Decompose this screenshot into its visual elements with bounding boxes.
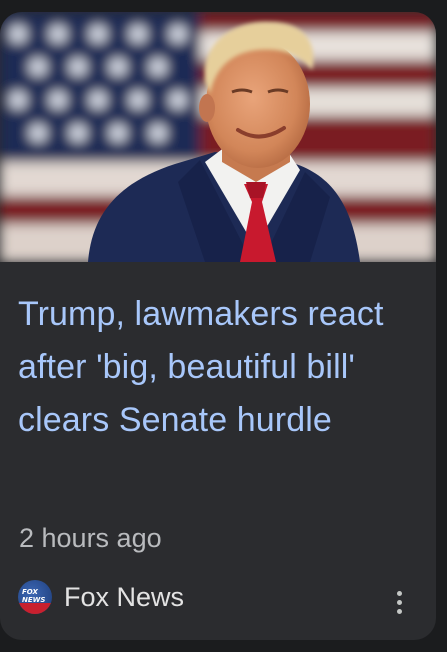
- more-vert-icon[interactable]: [388, 585, 410, 619]
- logo-band: [18, 603, 52, 614]
- source-name: Fox News: [64, 582, 185, 612]
- news-card[interactable]: Trump, lawmakers react after 'big, beaut…: [0, 12, 436, 640]
- timestamp: 2 hours ago: [19, 523, 162, 553]
- more-dot: [396, 608, 402, 614]
- fox-news-logo-icon: FOX NEWS: [18, 580, 52, 614]
- news-image[interactable]: [0, 12, 436, 262]
- more-dot: [396, 590, 402, 596]
- logo-text: FOX NEWS: [22, 588, 46, 604]
- source-row[interactable]: FOX NEWS Fox News: [18, 577, 184, 617]
- headline[interactable]: Trump, lawmakers react after 'big, beaut…: [18, 288, 418, 447]
- more-dot: [396, 599, 402, 605]
